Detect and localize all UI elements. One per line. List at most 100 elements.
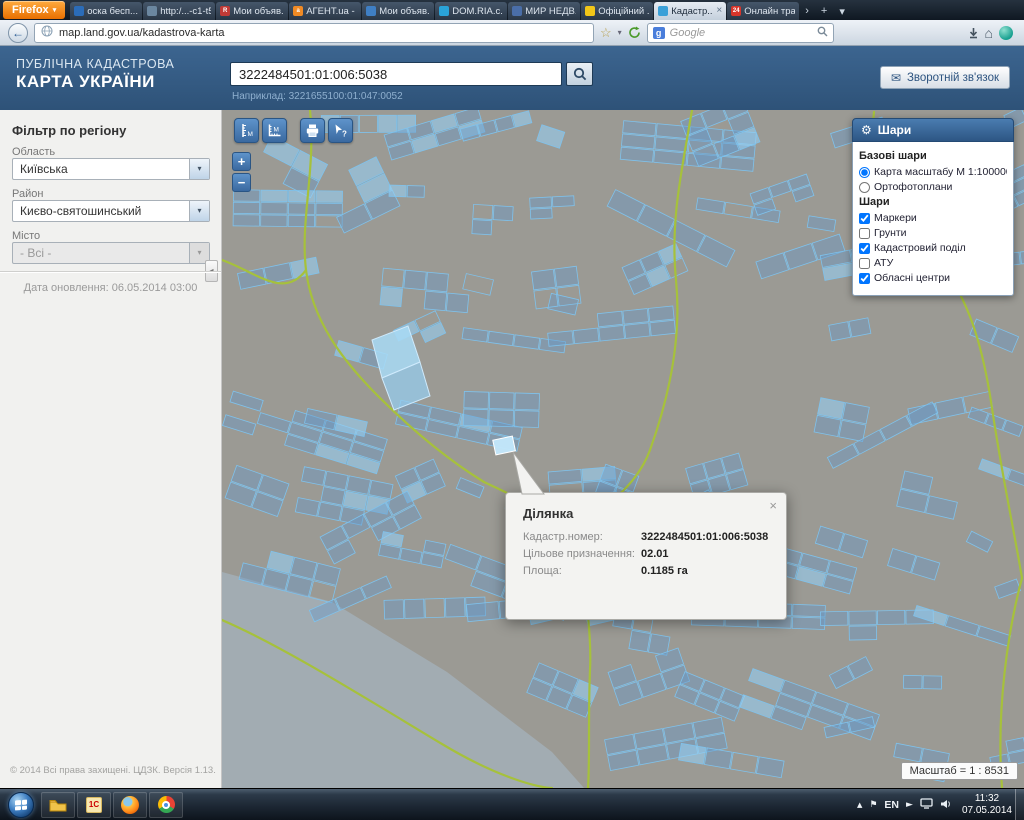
feedback-button[interactable]: ✉ Зворотній зв'язок [880,66,1010,89]
taskbar-chrome-button[interactable] [149,792,183,818]
base-layer-radio[interactable] [859,182,870,193]
region-label: Область [12,146,55,158]
sync-icon[interactable] [999,26,1013,40]
layer-checkbox[interactable] [859,258,870,269]
measure-length-button[interactable]: М [234,118,259,143]
zoom-out-button[interactable]: − [232,173,251,192]
layer-option[interactable]: Грунти [859,227,1007,239]
browser-tab-active[interactable]: Кадастр... × [654,2,726,20]
browser-tab[interactable]: оска бесп... [70,2,142,20]
show-desktop-button[interactable] [1015,789,1024,820]
tray-expand-icon[interactable]: ▲ [857,801,862,809]
layer-label: Обласні центри [874,272,950,284]
tab-favicon: 24 [731,6,741,16]
taskbar-1c-button[interactable]: 1С [77,792,111,818]
map-canvas[interactable]: М М ? + − ⚙ Шари Базові шари Карта масшт… [222,110,1024,788]
tab-label: Мои объяв... [233,6,284,17]
popup-row-label: Площа: [523,565,641,577]
screen: Firefox ▾ оска бесп... http:/...-c1-t5 R… [0,0,1024,820]
page-header: ПУБЛІЧНА КАДАСТРОВА КАРТА УКРАЇНИ Наприк… [0,46,1024,110]
tabs: оска бесп... http:/...-c1-t5 R Мои объяв… [70,2,799,20]
map-toolbar: М М ? [234,118,353,143]
clock[interactable]: 11:32 07.05.2014 [962,793,1012,818]
identify-button[interactable]: ? [328,118,353,143]
layer-option[interactable]: Кадастровий поділ [859,242,1007,254]
browser-tab[interactable]: http:/...-c1-t5 [143,2,215,20]
url-dropdown-icon[interactable]: ▾ [618,28,622,37]
tab-favicon [147,6,157,16]
home-icon[interactable]: ⌂ [985,26,993,40]
firefox-icon [121,796,139,814]
web-search-box[interactable]: g [647,23,834,43]
tab-overflow-button[interactable]: › [799,2,815,20]
tray-flag-icon[interactable]: ⚑ [869,800,877,810]
search-button[interactable] [566,62,593,86]
map-scale-indicator: Масштаб = 1 : 8531 [901,762,1018,780]
browser-tab[interactable]: R Мои объяв... [216,2,288,20]
new-tab-button[interactable]: + [815,2,833,20]
browser-tab[interactable]: Офіційний ... [581,2,653,20]
layer-checkbox[interactable] [859,228,870,239]
start-button[interactable] [8,792,34,818]
browser-tab[interactable]: МИР НЕДВ... [508,2,580,20]
browser-tab[interactable]: a АГЕНТ.ua - ... [289,2,361,20]
reload-icon[interactable] [628,26,641,39]
back-button[interactable]: ← [8,23,28,43]
district-select[interactable]: Києво-святошинський ▾ [12,200,210,222]
tab-favicon [512,6,522,16]
chevron-down-icon[interactable]: ▾ [189,201,209,221]
popup-row: Цільове призначення:02.01 [523,548,786,560]
search-magnifier-icon[interactable] [817,24,828,42]
layers-panel-header[interactable]: ⚙ Шари [852,118,1014,142]
layer-checkbox[interactable] [859,243,870,254]
popup-row: Площа:0.1185 га [523,565,786,577]
tab-favicon [658,6,668,16]
layer-option[interactable]: Обласні центри [859,272,1007,284]
taskbar-explorer-button[interactable] [41,792,75,818]
tab-label: http:/...-c1-t5 [160,6,211,17]
base-layer-radio[interactable] [859,167,870,178]
globe-icon [41,24,53,42]
popup-close-button[interactable]: × [769,498,777,513]
back-arrow-icon: ← [12,26,24,40]
zoom-in-button[interactable]: + [232,152,251,171]
print-button[interactable] [300,118,325,143]
url-bar[interactable]: map.land.gov.ua/kadastrova-karta [34,23,594,43]
region-select[interactable]: Київська ▾ [12,158,210,180]
popup-tail [509,451,555,495]
1c-icon: 1С [86,797,102,813]
taskbar-firefox-button[interactable] [113,792,147,818]
volume-icon[interactable] [940,796,952,814]
tab-close-icon[interactable]: × [716,6,722,16]
layer-checkbox[interactable] [859,213,870,224]
svg-text:М: М [248,131,253,138]
base-layer-label: Ортофотоплани [874,181,952,193]
browser-tab[interactable]: Мои объяв... [362,2,434,20]
layer-label: Маркери [874,212,917,224]
firefox-menu-button[interactable]: Firefox ▾ [3,1,65,19]
browser-tab[interactable]: DOM.RIA.c... [435,2,507,20]
list-all-tabs-button[interactable]: ▾ [833,2,851,20]
base-layer-option[interactable]: Карта масштабу М 1:100000 [859,166,1007,178]
cadastral-search-input[interactable] [230,62,562,86]
layer-option[interactable]: АТУ [859,257,1007,269]
firefox-menu-label: Firefox [12,4,49,16]
search-hint: Наприклад: 3221655100:01:047:0052 [232,91,403,102]
popup-title: Ділянка [523,506,786,521]
tab-label: Мои объяв... [379,6,430,17]
chevron-down-icon[interactable]: ▾ [189,159,209,179]
chevron-down-icon: ▾ [53,6,57,14]
layer-checkbox[interactable] [859,273,870,284]
bookmark-star-icon[interactable]: ☆ [600,26,612,39]
site-title: ПУБЛІЧНА КАДАСТРОВА КАРТА УКРАЇНИ [16,57,174,92]
web-search-input[interactable] [670,27,812,39]
tab-favicon [439,6,449,16]
layer-option[interactable]: Маркери [859,212,1007,224]
language-indicator[interactable]: EN [884,799,899,811]
measure-area-button[interactable]: М [262,118,287,143]
base-layer-option[interactable]: Ортофотоплани [859,181,1007,193]
download-icon[interactable] [968,27,979,39]
browser-tab[interactable]: 24 Онлайн тра... [727,2,799,20]
tray-play-icon[interactable]: ► [906,800,913,810]
network-icon[interactable] [920,796,933,814]
